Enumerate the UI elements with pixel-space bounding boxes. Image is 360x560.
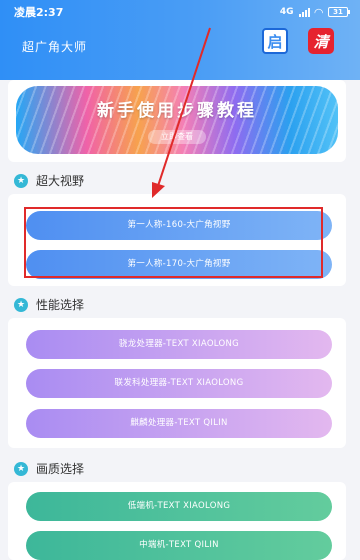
tutorial-banner[interactable]: 新手使用步骤教程 立即查看 [16, 86, 338, 154]
star-icon: ★ [14, 173, 28, 188]
section-header-performance: ★ 性能选择 [14, 296, 84, 313]
section-title: 性能选择 [36, 298, 85, 312]
section-title: 超大视野 [36, 174, 85, 188]
option-snapdragon[interactable]: 骁龙处理器-TEXT XIAOLONG [26, 330, 332, 359]
status-bar: 凌晨2:37 4G ◠ 31 [0, 0, 360, 24]
option-kirin[interactable]: 麒麟处理器-TEXT QILIN [26, 409, 332, 438]
section-header-quality: ★ 画质选择 [14, 460, 84, 477]
wifi-icon: ◠ [314, 5, 323, 19]
option-mediatek[interactable]: 联发科处理器-TEXT XIAOLONG [26, 369, 332, 398]
section-header-wide-view: ★ 超大视野 [14, 172, 84, 189]
network-label: 4G [279, 7, 294, 17]
status-icons: 4G ◠ 31 [279, 5, 350, 19]
clean-button[interactable]: 清 [308, 28, 334, 54]
option-low-end[interactable]: 低端机-TEXT XIAOLONG [26, 492, 332, 521]
banner-card: 新手使用步骤教程 立即查看 [8, 80, 346, 162]
signal-icon [298, 7, 310, 17]
battery-icon: 31 [328, 7, 350, 17]
view-now-button[interactable]: 立即查看 [148, 130, 206, 144]
app-header: 凌晨2:37 4G ◠ 31 超广角大师 启 清 [0, 0, 360, 80]
highlight-box [24, 207, 323, 278]
option-mid-end[interactable]: 中端机-TEXT QILIN [26, 531, 332, 560]
banner-title: 新手使用步骤教程 [97, 101, 257, 121]
status-time: 凌晨2:37 [14, 6, 64, 19]
star-icon: ★ [14, 461, 28, 476]
app-title: 超广角大师 [22, 40, 88, 54]
section-title: 画质选择 [36, 462, 85, 476]
star-icon: ★ [14, 297, 28, 312]
start-button[interactable]: 启 [262, 28, 288, 54]
